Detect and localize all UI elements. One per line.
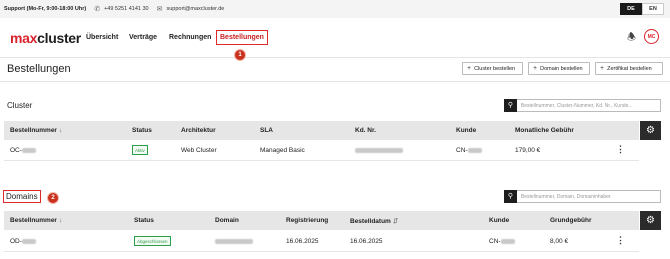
gear-icon[interactable]: ⚙	[640, 121, 661, 140]
architecture: Web Cluster	[181, 147, 217, 154]
customer-prefix: CN-	[489, 238, 501, 245]
customer-prefix: CN-	[456, 147, 468, 154]
col-domain[interactable]: Domain	[215, 217, 239, 224]
col-kdnr[interactable]: Kd. Nr.	[355, 127, 376, 134]
lang-de-button[interactable]: DE	[620, 3, 642, 15]
col-label: Bestellnummer	[10, 127, 57, 134]
search-icon[interactable]: ⚲	[504, 189, 517, 203]
logo-cluster: cluster	[37, 30, 81, 46]
col-bestellnummer[interactable]: Bestellnummer ↓	[10, 217, 62, 224]
order-certificate-label: Zertifikat bestellen	[607, 65, 652, 72]
order-number: OC-	[10, 147, 36, 154]
lang-en-button[interactable]: EN	[642, 3, 664, 15]
domains-table-header: Bestellnummer ↓ Status Domain Registrieru…	[4, 211, 639, 230]
search-icon[interactable]: ⚲	[504, 98, 517, 112]
redacted	[21, 147, 36, 153]
gear-icon[interactable]: ⚙	[640, 211, 661, 230]
col-status[interactable]: Status	[134, 217, 154, 224]
col-label: Bestelldatum	[350, 218, 391, 225]
order-domain-button[interactable]: + Domain bestellen	[528, 62, 590, 75]
support-email[interactable]: ✉ support@maxcluster.de	[157, 5, 225, 13]
order-cluster-button[interactable]: + Cluster bestellen	[462, 62, 523, 75]
sort-down-icon: ↓	[58, 127, 63, 134]
annotation-badge-2: 2	[47, 192, 59, 204]
logo-max: max	[10, 30, 38, 46]
sla: Managed Basic	[260, 147, 305, 154]
col-kunde[interactable]: Kunde	[456, 127, 476, 134]
support-phone-number: +49 5251 4141 30	[104, 6, 149, 12]
base-fee: 8,00 €	[550, 238, 569, 245]
nav-item-bestellungen[interactable]: Bestellungen	[216, 30, 268, 45]
col-bestelldatum[interactable]: Bestelldatum ⇵	[350, 217, 398, 225]
order-cluster-label: Cluster bestellen	[474, 65, 516, 72]
registration-date: 16.06.2025	[286, 238, 319, 245]
monthly-fee: 179,00 €	[515, 147, 541, 154]
annotation-badge-1: 1	[234, 49, 246, 61]
plus-icon: +	[600, 65, 605, 72]
kebab-icon[interactable]: ⋮	[616, 144, 625, 155]
redacted	[355, 147, 403, 153]
order-prefix: OC-	[10, 147, 22, 154]
sort-icon: ⇵	[392, 218, 399, 225]
domains-search-input[interactable]	[516, 193, 660, 200]
domain-name	[215, 238, 253, 245]
customer: CN-	[489, 238, 515, 245]
support-hours: Support (Mo-Fr, 9:00-18:00 Uhr)	[4, 6, 87, 12]
avatar[interactable]: MC	[644, 29, 659, 44]
redacted	[500, 238, 515, 244]
table-row[interactable]: OC- Aktiv Web Cluster Managed Basic CN- …	[4, 140, 639, 161]
domains-search: ⚲	[504, 189, 661, 203]
col-registrierung[interactable]: Registrierung	[286, 217, 328, 224]
customer: CN-	[456, 147, 482, 154]
kebab-icon[interactable]: ⋮	[616, 235, 625, 246]
redacted	[215, 238, 253, 244]
status-badge: Aktiv	[132, 145, 148, 155]
col-architektur[interactable]: Architektur	[181, 127, 216, 134]
plus-icon: +	[533, 65, 538, 72]
redacted	[21, 238, 36, 244]
page-title: Bestellungen	[7, 63, 71, 75]
cluster-table-header: Bestellnummer ↓ Status Architektur SLA Kd…	[4, 121, 639, 140]
col-status[interactable]: Status	[132, 127, 152, 134]
nav-item-uebersicht[interactable]: Übersicht	[86, 34, 118, 41]
nav-item-rechnungen[interactable]: Rechnungen	[169, 34, 211, 41]
support-email-address: support@maxcluster.de	[166, 6, 225, 12]
support-phone[interactable]: ✆ +49 5251 4141 30	[94, 5, 148, 13]
cluster-search-input[interactable]	[516, 102, 660, 109]
mail-icon: ✉	[156, 6, 163, 13]
col-label: Bestellnummer	[10, 217, 57, 224]
col-grundgebuehr[interactable]: Grundgebühr	[550, 217, 592, 224]
order-prefix: OD-	[10, 238, 22, 245]
logo[interactable]: maxcluster	[10, 30, 81, 46]
col-monatliche-gebuehr[interactable]: Monatliche Gebühr	[515, 127, 574, 134]
nav-item-vertraege[interactable]: Verträge	[129, 34, 157, 41]
divider	[0, 81, 670, 82]
phone-icon: ✆	[94, 6, 101, 13]
order-domain-label: Domain bestellen	[540, 65, 583, 72]
order-number: OD-	[10, 238, 36, 245]
order-certificate-button[interactable]: + Zertifikat bestellen	[595, 62, 663, 75]
main-nav: maxcluster Übersicht Verträge Rechnungen…	[0, 18, 670, 58]
table-row[interactable]: OD- Abgeschlossen 16.06.2025 16.06.2025 …	[4, 231, 639, 252]
plus-icon: +	[467, 65, 472, 72]
section-title-domains: Domains	[3, 190, 41, 203]
order-date: 16.06.2025	[350, 238, 383, 245]
language-switch: DE EN	[620, 3, 664, 15]
col-kunde[interactable]: Kunde	[489, 217, 509, 224]
bell-icon[interactable]: 🕭	[627, 30, 636, 47]
cluster-search: ⚲	[504, 98, 661, 112]
col-sla[interactable]: SLA	[260, 127, 273, 134]
status-badge: Abgeschlossen	[134, 236, 171, 246]
sort-down-icon: ↓	[58, 217, 63, 224]
customer-number	[355, 147, 403, 154]
support-bar: Support (Mo-Fr, 9:00-18:00 Uhr) ✆ +49 52…	[0, 0, 670, 18]
redacted	[467, 147, 482, 153]
col-bestellnummer[interactable]: Bestellnummer ↓	[10, 127, 62, 134]
section-title-cluster: Cluster	[7, 101, 33, 110]
